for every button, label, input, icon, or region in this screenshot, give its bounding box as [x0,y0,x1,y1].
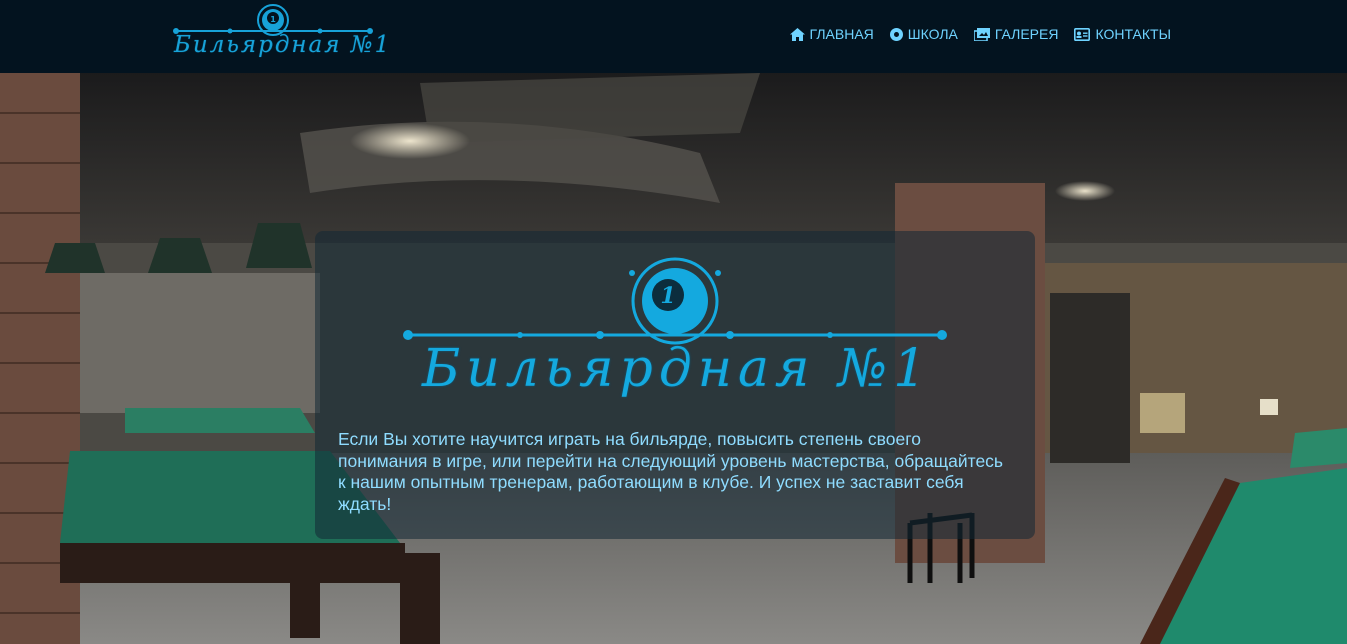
brand-logo[interactable]: 1 Бильярдная №1 [170,2,392,68]
nav-label-contacts: КОНТАКТЫ [1095,26,1171,42]
images-icon [973,27,990,41]
hero-logo-text: Бильярдная №1 [422,339,933,399]
hero-section: 1 Бильярдная №1 Если Вы хотите научится … [0,73,1347,644]
hero-logo-number: 1 [660,283,675,309]
hero-logo: 1 Бильярдная №1 [400,253,950,423]
nav-label-school: ШКОЛА [907,26,958,42]
id-card-icon [1074,27,1091,41]
nav-item-contacts[interactable]: КОНТАКТЫ [1074,26,1171,42]
nav-label-home: ГЛАВНАЯ [809,26,874,42]
home-icon [789,27,805,41]
brand-text: Бильярдная №1 [174,32,392,58]
nav-item-school[interactable]: ШКОЛА [889,26,958,42]
main-nav: ГЛАВНАЯ ШКОЛА ГАЛЕРЕЯ КОНТАКТЫ [789,24,1171,44]
nav-item-gallery[interactable]: ГАЛЕРЕЯ [973,26,1059,42]
nav-label-gallery: ГАЛЕРЕЯ [994,26,1059,42]
brand-number: 1 [270,15,276,24]
hero-card: 1 Бильярдная №1 Если Вы хотите научится … [315,231,1035,539]
top-navbar: 1 Бильярдная №1 ГЛАВНАЯ ШКОЛА ГАЛЕРЕЯ КО… [0,0,1347,73]
dot-circle-icon [889,27,903,41]
nav-item-home[interactable]: ГЛАВНАЯ [789,26,874,42]
hero-description: Если Вы хотите научится играть на бильяр… [338,429,1004,514]
